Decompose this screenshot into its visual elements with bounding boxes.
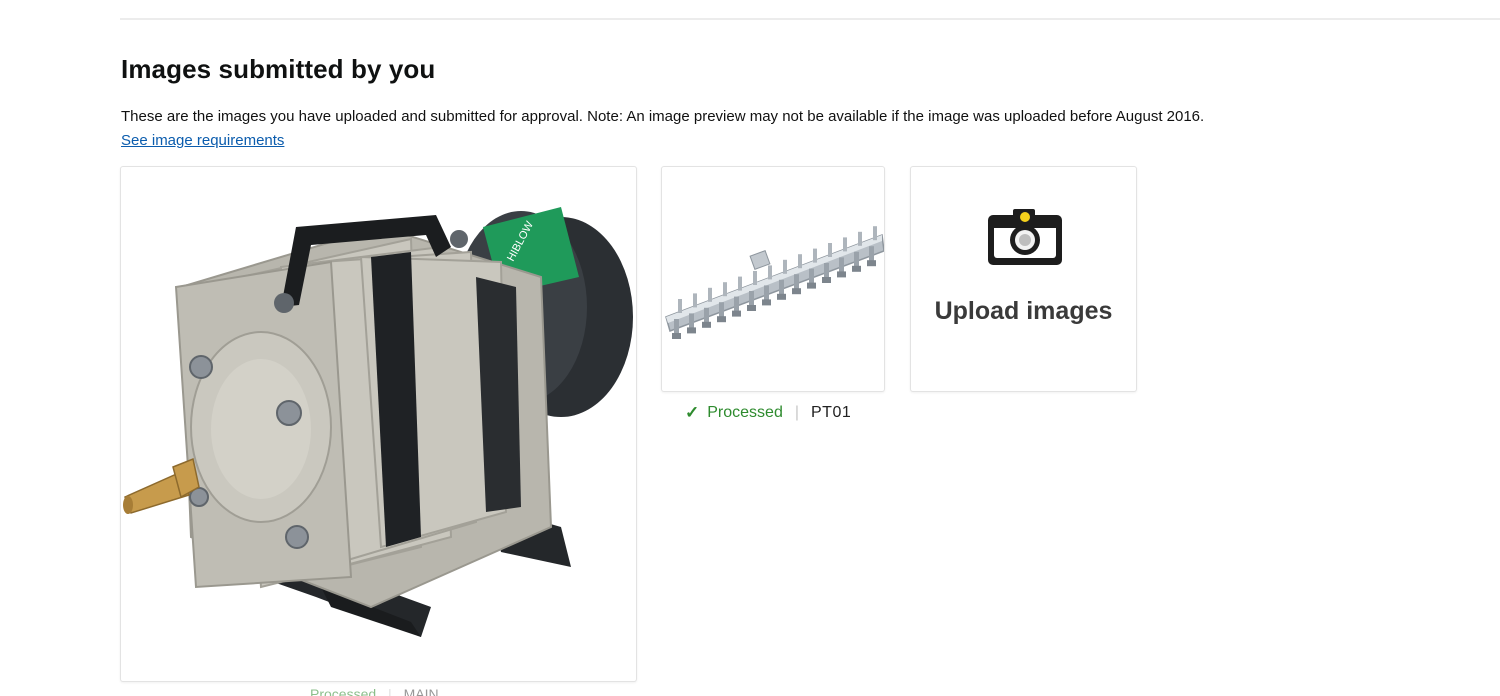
section-description: These are the images you have uploaded a… bbox=[121, 108, 1205, 125]
valve-knob bbox=[837, 271, 846, 278]
image-variant-code: MAIN bbox=[403, 686, 439, 696]
valve-knob bbox=[867, 260, 876, 267]
air-pump-image: HIBLOW bbox=[123, 207, 633, 637]
valve-top bbox=[783, 259, 787, 274]
upload-images-tile[interactable]: Upload images bbox=[910, 166, 1137, 392]
valve bbox=[839, 257, 844, 274]
valve-knob bbox=[792, 288, 801, 295]
valve-top bbox=[798, 254, 802, 269]
checkmark-icon: ✓ bbox=[685, 403, 700, 422]
valve-top bbox=[723, 282, 727, 297]
image-status-row: ✓ Processed | PT01 bbox=[685, 403, 851, 423]
valve bbox=[779, 279, 784, 296]
valve-top bbox=[843, 237, 847, 252]
valve-knob bbox=[732, 310, 741, 317]
valve-knob bbox=[717, 316, 726, 323]
valve-knob bbox=[747, 305, 756, 311]
valve-top bbox=[858, 231, 862, 246]
image-status-row: Processed | MAIN bbox=[310, 686, 439, 696]
camera-icon bbox=[988, 209, 1062, 265]
valve-knob bbox=[702, 321, 711, 328]
valve-top bbox=[873, 226, 877, 241]
status-text: Processed bbox=[707, 404, 783, 421]
divider bbox=[120, 18, 1500, 20]
submitted-image-tile[interactable]: HIBLOW bbox=[120, 166, 637, 682]
valve bbox=[869, 246, 874, 263]
valve-top bbox=[678, 299, 682, 313]
image-variant-code: PT01 bbox=[811, 404, 852, 421]
image-requirements-link[interactable]: See image requirements bbox=[121, 132, 284, 149]
separator: | bbox=[388, 686, 392, 696]
valve bbox=[824, 263, 829, 279]
images-submitted-page: Images submitted by you These are the im… bbox=[0, 0, 1500, 696]
valve-top bbox=[738, 276, 742, 291]
valve bbox=[854, 251, 859, 268]
valve-top bbox=[768, 265, 772, 280]
valve bbox=[749, 291, 754, 307]
valve bbox=[794, 274, 799, 291]
upload-images-label: Upload images bbox=[934, 297, 1113, 325]
valve-knob bbox=[822, 277, 831, 283]
separator: | bbox=[794, 404, 799, 421]
valve-knob bbox=[777, 293, 786, 300]
valve-top bbox=[753, 271, 757, 285]
valve bbox=[734, 296, 739, 313]
valve-top bbox=[828, 243, 832, 257]
valve bbox=[689, 313, 694, 330]
section-title: Images submitted by you bbox=[121, 54, 436, 84]
air-manifold-image bbox=[665, 226, 884, 339]
valve-top bbox=[693, 293, 697, 308]
valve bbox=[719, 302, 724, 319]
valve-knob bbox=[687, 327, 696, 334]
valve-knob bbox=[762, 299, 771, 306]
valve bbox=[674, 319, 679, 335]
valve-top bbox=[708, 287, 712, 302]
status-text: Processed bbox=[310, 686, 377, 696]
valve-knob bbox=[852, 265, 861, 272]
valve-knob bbox=[807, 282, 816, 289]
valve-knob bbox=[672, 333, 681, 339]
valve bbox=[764, 285, 769, 302]
valve-top bbox=[813, 248, 817, 263]
valve bbox=[809, 268, 814, 285]
valve bbox=[704, 307, 709, 324]
submitted-image-tile[interactable] bbox=[661, 166, 885, 392]
